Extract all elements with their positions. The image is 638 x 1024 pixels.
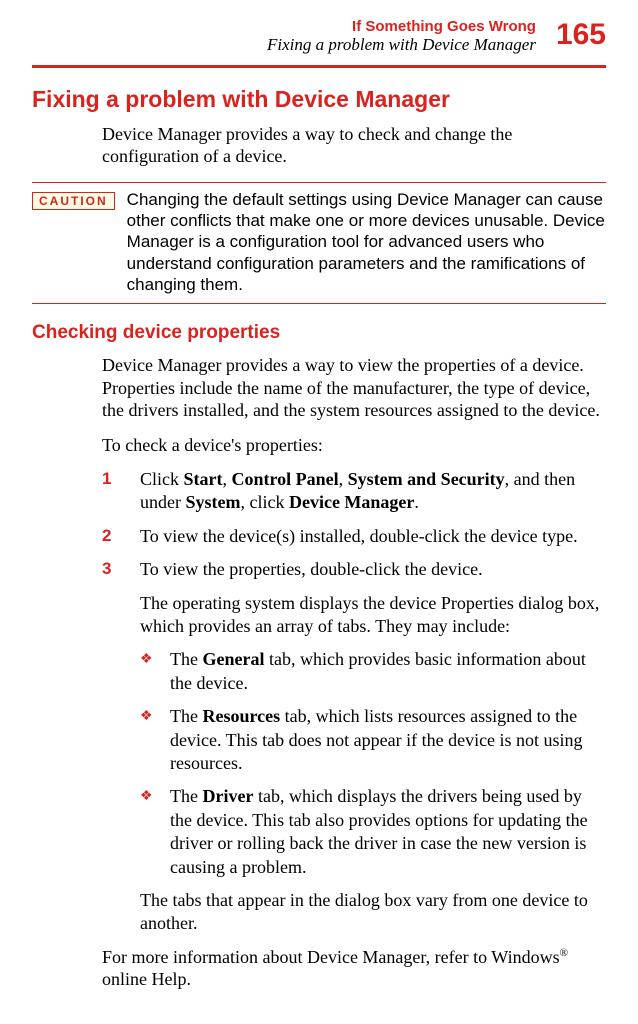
- step-2-text: To view the device(s) installed, double-…: [140, 525, 606, 548]
- header-subtitle: Fixing a problem with Device Manager: [267, 35, 536, 55]
- bullet-2: ❖ The Resources tab, which lists resourc…: [140, 705, 606, 775]
- caution-badge: CAUTION: [32, 192, 115, 210]
- step-1-text: Click Start, Control Panel, System and S…: [140, 468, 606, 515]
- step-number: 3: [102, 558, 124, 581]
- bullet-list: ❖ The General tab, which provides basic …: [140, 648, 606, 879]
- chapter-title: If Something Goes Wrong: [267, 18, 536, 35]
- bullet-3-text: The Driver tab, which displays the drive…: [170, 785, 606, 879]
- page-header: If Something Goes Wrong Fixing a problem…: [32, 18, 606, 55]
- step-3-text: To view the properties, double-click the…: [140, 558, 606, 581]
- step-followup: The operating system displays the device…: [140, 592, 606, 639]
- subsection-p1: Device Manager provides a way to view th…: [102, 354, 606, 422]
- step-1: 1 Click Start, Control Panel, System and…: [102, 468, 606, 515]
- diamond-icon: ❖: [140, 705, 156, 775]
- bullet-1-text: The General tab, which provides basic in…: [170, 648, 606, 695]
- trailing-p1: The tabs that appear in the dialog box v…: [140, 889, 606, 936]
- caution-divider-bottom: [32, 303, 606, 304]
- divider-top: [32, 65, 606, 68]
- caution-divider-top: [32, 182, 606, 183]
- bullet-3: ❖ The Driver tab, which displays the dri…: [140, 785, 606, 879]
- trailing-p2: For more information about Device Manage…: [102, 946, 606, 991]
- step-3: 3 To view the properties, double-click t…: [102, 558, 606, 581]
- diamond-icon: ❖: [140, 648, 156, 695]
- page-number: 165: [556, 18, 606, 50]
- diamond-icon: ❖: [140, 785, 156, 879]
- subsection-heading: Checking device properties: [32, 322, 606, 344]
- section-intro: Device Manager provides a way to check a…: [102, 123, 606, 168]
- step-number: 2: [102, 525, 124, 548]
- step-list: 1 Click Start, Control Panel, System and…: [102, 468, 606, 936]
- caution-block: CAUTION Changing the default settings us…: [32, 189, 606, 295]
- subsection-p2: To check a device's properties:: [102, 434, 606, 457]
- bullet-2-text: The Resources tab, which lists resources…: [170, 705, 606, 775]
- section-heading: Fixing a problem with Device Manager: [32, 86, 606, 113]
- step-2: 2 To view the device(s) installed, doubl…: [102, 525, 606, 548]
- bullet-1: ❖ The General tab, which provides basic …: [140, 648, 606, 695]
- caution-text: Changing the default settings using Devi…: [127, 189, 606, 295]
- step-number: 1: [102, 468, 124, 515]
